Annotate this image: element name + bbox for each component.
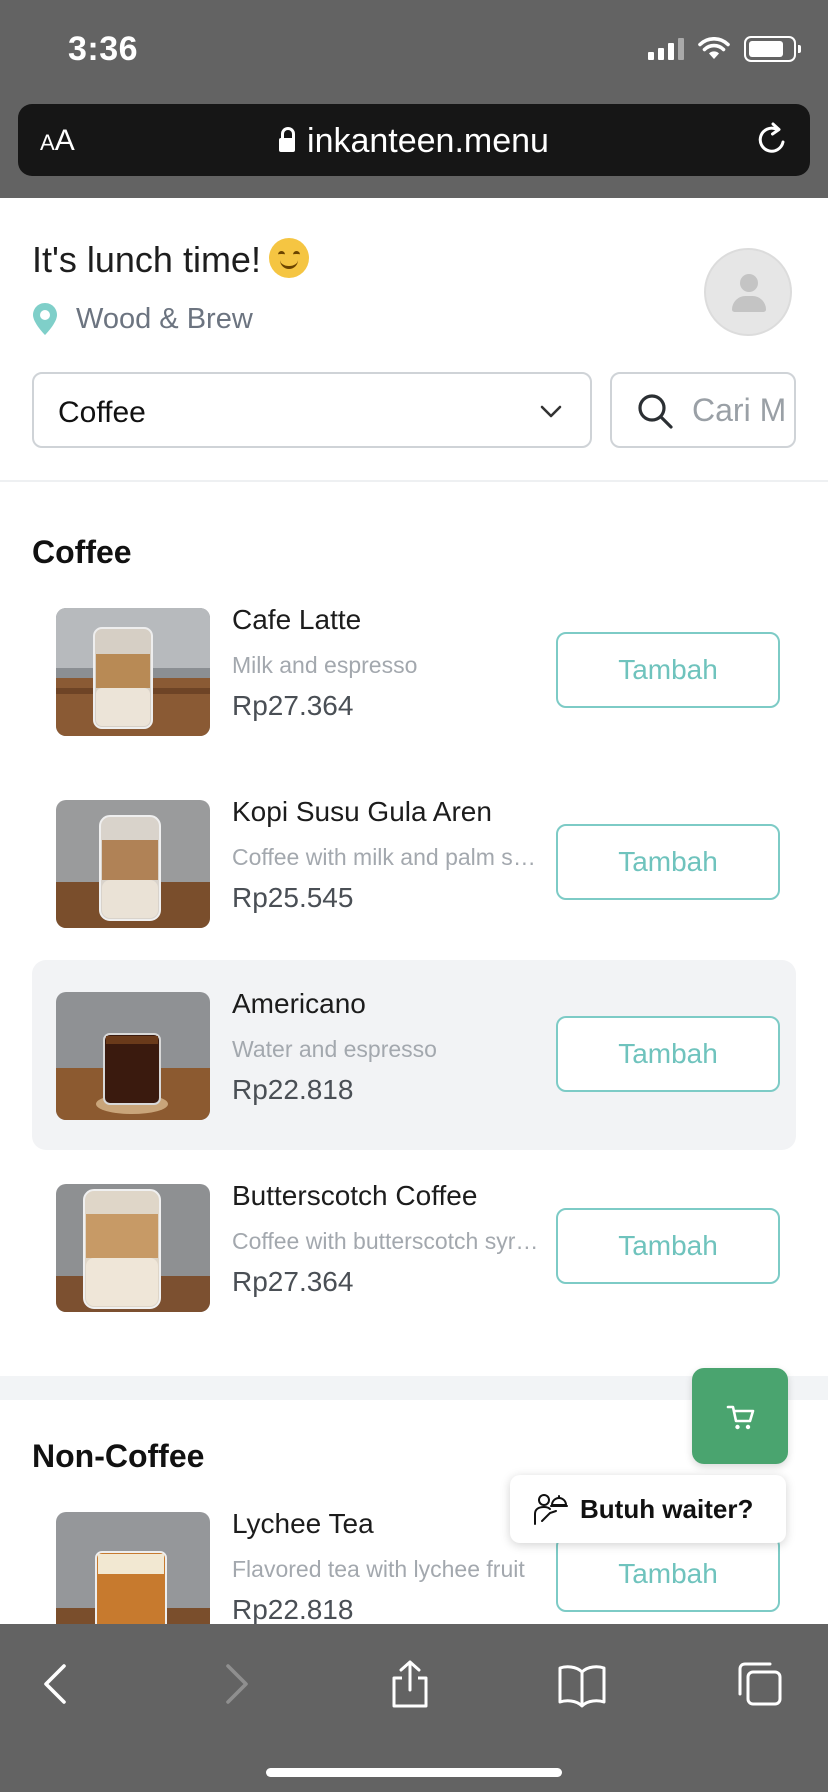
item-name: Cafe Latte [232, 604, 362, 635]
cellular-signal-icon [648, 38, 684, 60]
status-bar: 3:36 [0, 0, 828, 98]
location-row: Wood & Brew [32, 302, 253, 336]
browser-toolbar [0, 1624, 828, 1792]
item-name: Kopi Susu Gula Aren [232, 796, 492, 827]
add-button[interactable]: Tambah [556, 824, 780, 900]
back-icon[interactable] [34, 1660, 82, 1708]
url-text: inkanteen.menu [307, 122, 549, 160]
add-button[interactable]: Tambah [556, 1208, 780, 1284]
section-title-coffee: Coffee [32, 534, 132, 570]
search-input[interactable] [692, 374, 786, 446]
item-photo [56, 1512, 210, 1624]
cart-button[interactable] [692, 1368, 788, 1464]
yum-face-icon [268, 238, 309, 278]
location-name: Wood & Brew [76, 302, 253, 335]
user-avatar[interactable] [704, 248, 792, 336]
item-price: Rp25.545 [232, 882, 354, 913]
browser-address-area: AA inkanteen.menu [0, 98, 828, 198]
menu-item[interactable]: Cafe Latte Milk and espresso Rp27.364 Ta… [32, 576, 796, 766]
search-icon [638, 394, 673, 429]
greeting-heading: It's lunch time! [32, 238, 309, 281]
forward-icon[interactable] [210, 1660, 258, 1708]
item-price: Rp27.364 [232, 1266, 354, 1297]
item-description: Coffee with butterscotch syrup [232, 1228, 540, 1254]
home-indicator [266, 1768, 562, 1777]
waiter-icon [534, 1494, 568, 1525]
page-header: It's lunch time! Wood & Brew Coffee [0, 198, 828, 482]
item-description: Flavored tea with lychee fruit [232, 1556, 525, 1582]
add-button[interactable]: Tambah [556, 632, 780, 708]
category-selected-value: Coffee [58, 396, 146, 429]
status-time: 3:36 [68, 30, 139, 68]
location-pin-icon [33, 303, 57, 335]
share-icon[interactable] [386, 1660, 434, 1708]
item-photo [56, 608, 210, 736]
item-name: Lychee Tea [232, 1508, 374, 1539]
wifi-icon [698, 37, 730, 59]
battery-icon [744, 36, 801, 62]
add-button[interactable]: Tambah [556, 1536, 780, 1612]
item-description: Water and espresso [232, 1036, 437, 1062]
category-dropdown[interactable]: Coffee [32, 372, 592, 448]
section-title-non-coffee: Non-Coffee [32, 1438, 205, 1474]
item-description: Coffee with milk and palm sugar [232, 844, 540, 870]
item-name: Butterscotch Coffee [232, 1180, 478, 1211]
item-price: Rp22.818 [232, 1594, 354, 1624]
reload-icon[interactable] [752, 120, 792, 160]
address-bar[interactable]: AA inkanteen.menu [18, 104, 810, 176]
menu-item[interactable]: Americano Water and espresso Rp22.818 Ta… [32, 960, 796, 1150]
menu-item[interactable]: Kopi Susu Gula Aren Coffee with milk and… [32, 768, 796, 958]
item-price: Rp22.818 [232, 1074, 354, 1105]
call-waiter-label: Butuh waiter? [580, 1493, 754, 1524]
call-waiter-button[interactable]: Butuh waiter? [510, 1475, 786, 1543]
item-name: Americano [232, 988, 366, 1019]
status-icons [648, 36, 801, 62]
item-photo [56, 1184, 210, 1312]
item-price: Rp27.364 [232, 690, 354, 721]
add-button[interactable]: Tambah [556, 1016, 780, 1092]
cart-icon [726, 1405, 755, 1430]
menu-item[interactable]: Butterscotch Coffee Coffee with buttersc… [32, 1152, 796, 1342]
url-display[interactable]: inkanteen.menu [18, 122, 810, 161]
lock-icon [279, 127, 296, 152]
chevron-down-icon [540, 405, 562, 418]
tabs-icon[interactable] [736, 1660, 784, 1708]
item-photo [56, 992, 210, 1120]
item-description: Milk and espresso [232, 652, 418, 678]
item-photo [56, 800, 210, 928]
bookmarks-icon[interactable] [558, 1660, 606, 1708]
search-field[interactable] [610, 372, 796, 448]
